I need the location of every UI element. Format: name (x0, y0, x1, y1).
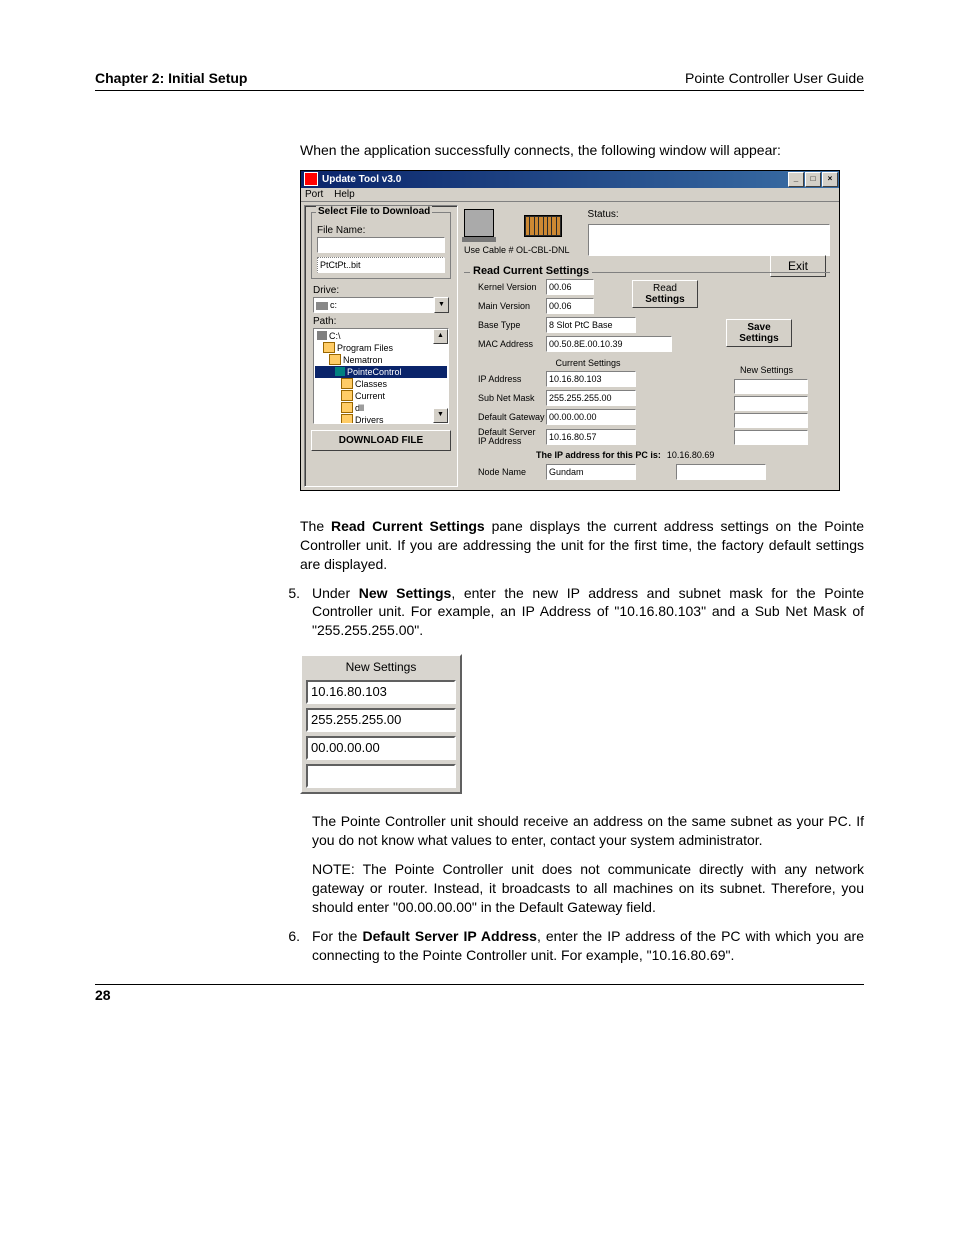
new-server-ip-input[interactable] (734, 430, 808, 445)
path-tree[interactable]: ▲ C:\Program FilesNematronPointeControlC… (313, 328, 449, 424)
ip-address-field: 10.16.80.103 (546, 371, 636, 387)
rcs-group-label: Read Current Settings (470, 265, 592, 277)
default-server-label: Default Server IP Address (478, 428, 546, 446)
subnet-paragraph: The Pointe Controller unit should receiv… (312, 812, 864, 850)
folder-icon (323, 342, 335, 353)
gateway-field: 00.00.00.00 (546, 409, 636, 425)
save-settings-button[interactable]: SaveSettings (726, 319, 792, 347)
status-display (588, 224, 830, 256)
download-file-button[interactable]: DOWNLOAD FILE (311, 430, 451, 451)
guide-title: Pointe Controller User Guide (685, 70, 864, 86)
ip-address-label: IP Address (478, 374, 546, 384)
drive-icon (316, 302, 328, 310)
tree-item[interactable]: Classes (315, 378, 447, 390)
kernel-version-field: 00.06 (546, 279, 594, 295)
menu-help[interactable]: Help (334, 189, 355, 200)
tree-item[interactable]: C:\ (315, 330, 447, 342)
tree-item[interactable]: Program Files (315, 342, 447, 354)
step-5: 5. Under New Settings, enter the new IP … (265, 584, 864, 641)
intro-paragraph: When the application successfully connec… (300, 141, 864, 160)
node-name-label: Node Name (478, 467, 546, 477)
mac-address-label: MAC Address (478, 339, 546, 349)
crop-gateway-input[interactable]: 00.00.00.00 (306, 736, 456, 760)
crop-header: New Settings (302, 656, 460, 680)
folder-icon (329, 354, 341, 365)
read-settings-button[interactable]: ReadSettings (632, 280, 698, 308)
menu-port[interactable]: Port (305, 189, 323, 200)
folder-icon (341, 378, 353, 389)
pc-ip-line: The IP address for this PC is:10.16.80.6… (536, 450, 830, 460)
mac-address-field: 00.50.8E.00.10.39 (546, 336, 672, 352)
read-current-settings-group: Read Current Settings ReadSettings SaveS… (464, 272, 830, 480)
scroll-up-button[interactable]: ▲ (433, 329, 448, 344)
tree-item[interactable]: PointeControl (315, 366, 447, 378)
rcs-explanation: The Read Current Settings pane displays … (300, 517, 864, 574)
node-name-field: Gundam (546, 464, 636, 480)
folder-icon (341, 414, 353, 424)
controller-icon (524, 215, 562, 237)
drive-label: Drive: (313, 285, 449, 296)
main-version-field: 00.06 (546, 298, 594, 314)
gateway-label: Default Gateway (478, 412, 546, 422)
close-button[interactable]: × (822, 172, 838, 187)
crop-ip-input[interactable]: 10.16.80.103 (306, 680, 456, 704)
base-type-label: Base Type (478, 320, 546, 330)
status-label: Status: (588, 209, 830, 220)
scroll-down-button[interactable]: ▼ (433, 408, 448, 423)
cable-label: Use Cable # OL-CBL-DNL (464, 245, 570, 255)
folder-icon (341, 402, 353, 413)
chapter-heading: Chapter 2: Initial Setup (95, 70, 247, 86)
subnet-field: 255.255.255.00 (546, 390, 636, 406)
left-panel: Select File to Download File Name: PtCtP… (304, 205, 458, 487)
main-version-label: Main Version (478, 301, 546, 311)
new-subnet-input[interactable] (734, 396, 808, 411)
pc-icon (464, 209, 494, 237)
file-name-input[interactable] (317, 237, 445, 253)
page-number: 28 (95, 984, 864, 1003)
right-panel: Use Cable # OL-CBL-DNL Status: Exit Read… (458, 205, 836, 487)
current-settings-header: Current Settings (546, 358, 630, 368)
crop-server-input[interactable] (306, 764, 456, 788)
path-label: Path: (313, 316, 449, 327)
window-title: Update Tool v3.0 (322, 174, 401, 185)
base-type-field: 8 Slot PtC Base (546, 317, 636, 333)
kernel-version-label: Kernel Version (478, 282, 546, 292)
file-pattern-input[interactable]: PtCtPt..bit (317, 257, 445, 273)
drive-combo[interactable]: c: (313, 297, 434, 313)
new-node-name-input[interactable] (676, 464, 766, 480)
subnet-label: Sub Net Mask (478, 393, 546, 403)
tree-item[interactable]: Current (315, 390, 447, 402)
maximize-button[interactable]: □ (805, 172, 821, 187)
tree-item[interactable]: dll (315, 402, 447, 414)
new-settings-crop: New Settings 10.16.80.103 255.255.255.00… (300, 654, 462, 794)
new-settings-header: New Settings (740, 365, 793, 375)
app-icon (304, 172, 318, 186)
open-icon (335, 367, 345, 376)
new-ip-input[interactable] (734, 379, 808, 394)
tree-item[interactable]: Nematron (315, 354, 447, 366)
default-server-field: 10.16.80.57 (546, 429, 636, 445)
menu-bar: Port Help (301, 188, 839, 202)
minimize-button[interactable]: _ (788, 172, 804, 187)
drive-icon (317, 331, 327, 340)
tree-item[interactable]: Drivers (315, 414, 447, 424)
folder-icon (341, 390, 353, 401)
download-group-label: Select File to Download (316, 206, 432, 217)
step-6: 6. For the Default Server IP Address, en… (265, 927, 864, 965)
new-gateway-input[interactable] (734, 413, 808, 428)
crop-subnet-input[interactable]: 255.255.255.00 (306, 708, 456, 732)
app-window: Update Tool v3.0 _ □ × Port Help Select … (300, 170, 840, 491)
file-name-label: File Name: (317, 225, 445, 236)
title-bar: Update Tool v3.0 _ □ × (301, 171, 839, 188)
drive-dropdown-button[interactable]: ▼ (434, 297, 449, 313)
note-paragraph: NOTE: The Pointe Controller unit does no… (312, 860, 864, 917)
